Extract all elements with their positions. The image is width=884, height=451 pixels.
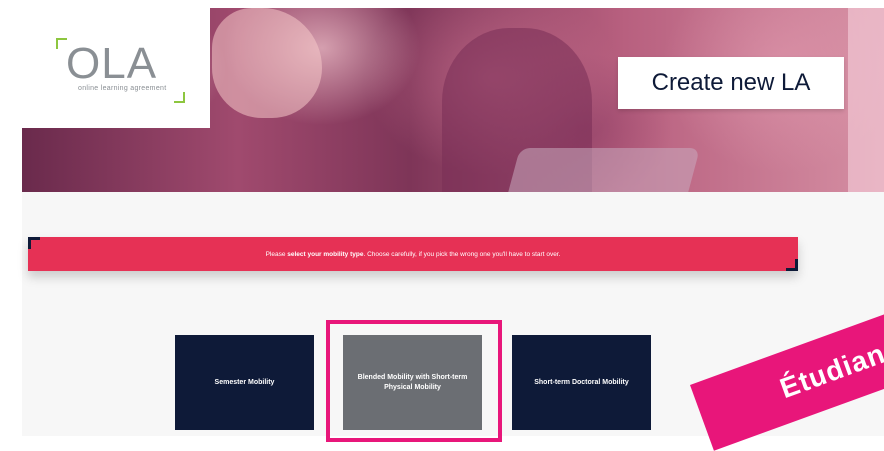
logo-subtitle: online learning agreement xyxy=(78,85,167,92)
create-new-la-button[interactable]: Create new LA xyxy=(618,57,844,109)
hero-laptop-shape xyxy=(503,148,701,192)
mobility-option-doctoral[interactable]: Short-term Doctoral Mobility xyxy=(512,335,651,430)
ola-logo[interactable]: OLA online learning agreement xyxy=(22,8,210,128)
logo-wordmark: OLA xyxy=(66,39,158,88)
banner-corner-icon xyxy=(28,237,40,249)
mobility-option-label: Semester Mobility xyxy=(214,378,275,386)
logo-corner-icon xyxy=(174,92,185,103)
mobility-option-blended[interactable]: Blended Mobility with Short-term Physica… xyxy=(343,335,482,430)
hero-edge xyxy=(848,8,884,192)
mobility-instruction-banner: Please select your mobility type. Choose… xyxy=(28,237,798,271)
mobility-option-label: Blended Mobility with Short-term Physica… xyxy=(357,373,468,391)
banner-text: Please select your mobility type. Choose… xyxy=(265,250,561,258)
mobility-option-label: Short-term Doctoral Mobility xyxy=(534,378,629,386)
banner-corner-icon xyxy=(786,259,798,271)
mobility-option-semester[interactable]: Semester Mobility xyxy=(175,335,314,430)
hero-shape xyxy=(212,8,322,118)
banner-text-bold: select your mobility type xyxy=(287,250,364,258)
